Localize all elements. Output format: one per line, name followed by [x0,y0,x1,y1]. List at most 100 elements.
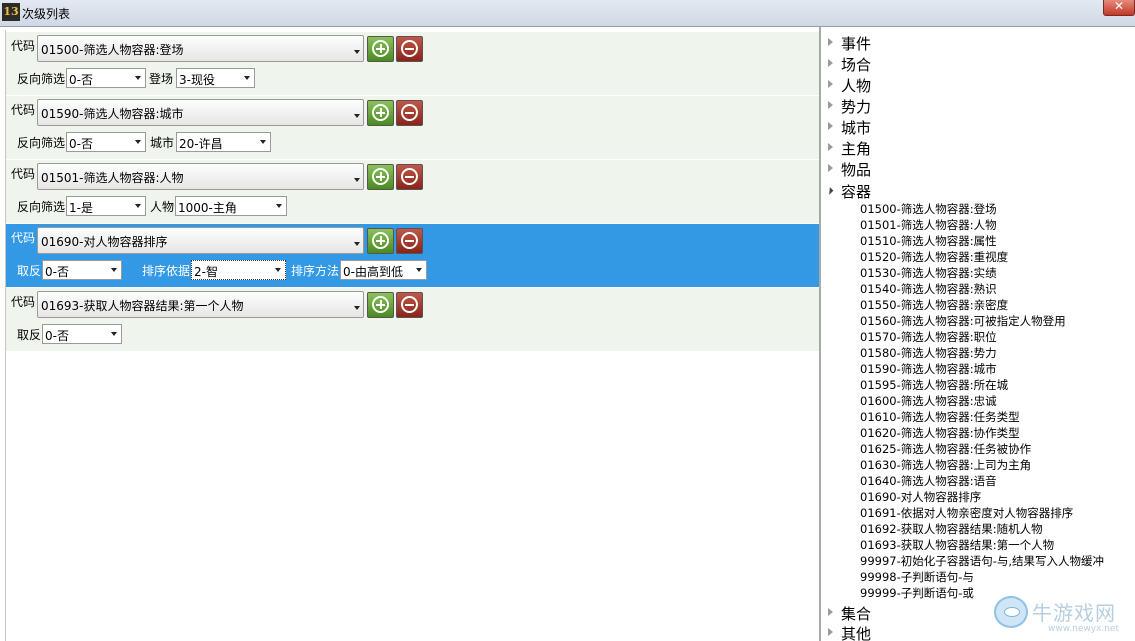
field-value: 0-由高到低 [343,265,403,279]
field-value: 0-否 [69,73,93,87]
field-combobox[interactable]: 0-否 [42,260,122,280]
field-combobox[interactable]: 0-由高到低 [340,260,427,280]
field-label: 反向筛选 [17,72,66,86]
tree-item[interactable]: 01600-筛选人物容器:忠诚 [860,393,997,409]
chevron-down-icon [416,268,422,272]
tree-item[interactable]: 01500-筛选人物容器:登场 [860,201,997,217]
field-label: 人物 [150,200,175,214]
tree-item[interactable]: 01530-筛选人物容器:实绩 [860,265,997,281]
field-label: 取反 [17,328,42,342]
remove-button[interactable] [396,164,423,190]
code-label: 代码 [11,231,36,245]
chevron-down-icon [135,76,141,80]
tree-item[interactable]: 01570-筛选人物容器:职位 [860,329,997,345]
expand-icon [828,122,833,130]
tree-item[interactable]: 01501-筛选人物容器:人物 [860,217,997,233]
add-button[interactable] [367,36,394,62]
remove-button[interactable] [396,228,423,254]
tree-item[interactable]: 01692-获取人物容器结果:随机人物 [860,521,1043,537]
field-label: 城市 [150,136,175,150]
field-value: 0-否 [69,137,93,151]
field-combobox[interactable]: 1000-主角 [175,196,287,216]
tree-item[interactable]: 01691-依据对人物亲密度对人物容器排序 [860,505,1073,521]
field-value: 1000-主角 [178,201,237,215]
tree-item[interactable]: 01620-筛选人物容器:协作类型 [860,425,1020,441]
field-label: 登场 [149,72,174,86]
tree-item[interactable]: 01550-筛选人物容器:亲密度 [860,297,1008,313]
expand-icon [828,608,833,616]
code-combobox[interactable]: 01690-对人物容器排序 [37,227,364,254]
chevron-down-icon [111,268,117,272]
code-combobox[interactable]: 01500-筛选人物容器:登场 [37,35,364,62]
plus-circle-icon [372,232,389,249]
chevron-down-icon [354,114,360,118]
chevron-down-icon [135,140,141,144]
code-row-selected: 代码 01690-对人物容器排序 取反 0-否 排序依据 2-智 排序方法 0-… [6,224,819,287]
tree-item[interactable]: 01595-筛选人物容器:所在城 [860,377,1008,393]
tree-item[interactable]: 01630-筛选人物容器:上司为主角 [860,457,1031,473]
code-list-pane: 代码 01500-筛选人物容器:登场 反向筛选 0-否 登场 3-现役 代码 0… [5,30,819,641]
plus-circle-icon [372,104,389,121]
chevron-down-icon [260,140,266,144]
tree-item[interactable]: 01590-筛选人物容器:城市 [860,361,997,377]
remove-button[interactable] [396,292,423,318]
tree-item[interactable]: 01625-筛选人物容器:任务被协作 [860,441,1031,457]
tree-item[interactable]: 01580-筛选人物容器:势力 [860,345,997,361]
tree-item[interactable]: 01640-筛选人物容器:语音 [860,473,997,489]
minus-circle-icon [401,40,418,57]
code-tree-pane: 事件 场合 人物 势力 城市 主角 物品 容器 01500-筛选人物容器:登场 … [821,27,1135,641]
code-combobox[interactable]: 01693-获取人物容器结果:第一个人物 [37,291,364,318]
tree-item[interactable]: 01510-筛选人物容器:属性 [860,233,997,249]
chevron-down-icon [354,306,360,310]
remove-button[interactable] [396,36,423,62]
field-combobox[interactable]: 2-智 [191,260,286,280]
add-button[interactable] [367,292,394,318]
tree-item[interactable]: 01693-获取人物容器结果:第一个人物 [860,537,1054,553]
field-value: 2-智 [194,265,218,279]
tree-item[interactable]: 01540-筛选人物容器:熟识 [860,281,997,297]
tree-item[interactable]: 99999-子判断语句-或 [860,585,974,601]
code-combobox[interactable]: 01590-筛选人物容器:城市 [37,99,364,126]
chevron-down-icon [135,204,141,208]
close-icon: ✕ [1113,0,1125,13]
window-title: 次级列表 [22,7,71,21]
tree-item[interactable]: 01520-筛选人物容器:重视度 [860,249,1008,265]
watermark-logo-icon [994,596,1028,628]
app-icon: 13 [2,3,20,21]
remove-button[interactable] [396,100,423,126]
plus-circle-icon [372,40,389,57]
code-value: 01500-筛选人物容器:登场 [41,43,184,57]
add-button[interactable] [367,100,394,126]
code-value: 01590-筛选人物容器:城市 [41,107,184,121]
close-button[interactable]: ✕ [1103,0,1135,16]
field-combobox[interactable]: 0-否 [66,132,146,152]
code-label: 代码 [11,295,36,309]
tree-item[interactable]: 99998-子判断语句-与 [860,569,974,585]
code-row: 代码 01693-获取人物容器结果:第一个人物 取反 0-否 [6,288,819,351]
tree-item[interactable]: 01690-对人物容器排序 [860,489,981,505]
field-value: 20-许昌 [179,137,223,151]
tree-item[interactable]: 01610-筛选人物容器:任务类型 [860,409,1020,425]
minus-circle-icon [401,296,418,313]
code-row: 代码 01500-筛选人物容器:登场 反向筛选 0-否 登场 3-现役 [6,32,819,95]
tree-item[interactable]: 01560-筛选人物容器:可被指定人物登用 [860,313,1066,329]
field-combobox[interactable]: 3-现役 [176,68,255,88]
field-label: 反向筛选 [17,136,66,150]
code-label: 代码 [11,167,36,181]
field-combobox[interactable]: 0-否 [42,324,122,344]
code-combobox[interactable]: 01501-筛选人物容器:人物 [37,163,364,190]
add-button[interactable] [367,164,394,190]
chevron-down-icon [276,204,282,208]
field-label: 排序方法 [291,264,340,278]
expand-icon [828,143,833,151]
field-value: 3-现役 [179,73,215,87]
field-combobox[interactable]: 0-否 [66,68,146,88]
code-value: 01690-对人物容器排序 [41,235,168,249]
code-row: 代码 01501-筛选人物容器:人物 反向筛选 1-是 人物 1000-主角 [6,160,819,223]
add-button[interactable] [367,228,394,254]
tree-item[interactable]: 99997-初始化子容器语句-与,结果写入人物缓冲 [860,553,1104,569]
watermark-name: 牛游戏网 [1032,601,1116,625]
field-combobox[interactable]: 20-许昌 [176,132,271,152]
expand-icon [828,101,833,109]
field-combobox[interactable]: 1-是 [66,196,146,216]
